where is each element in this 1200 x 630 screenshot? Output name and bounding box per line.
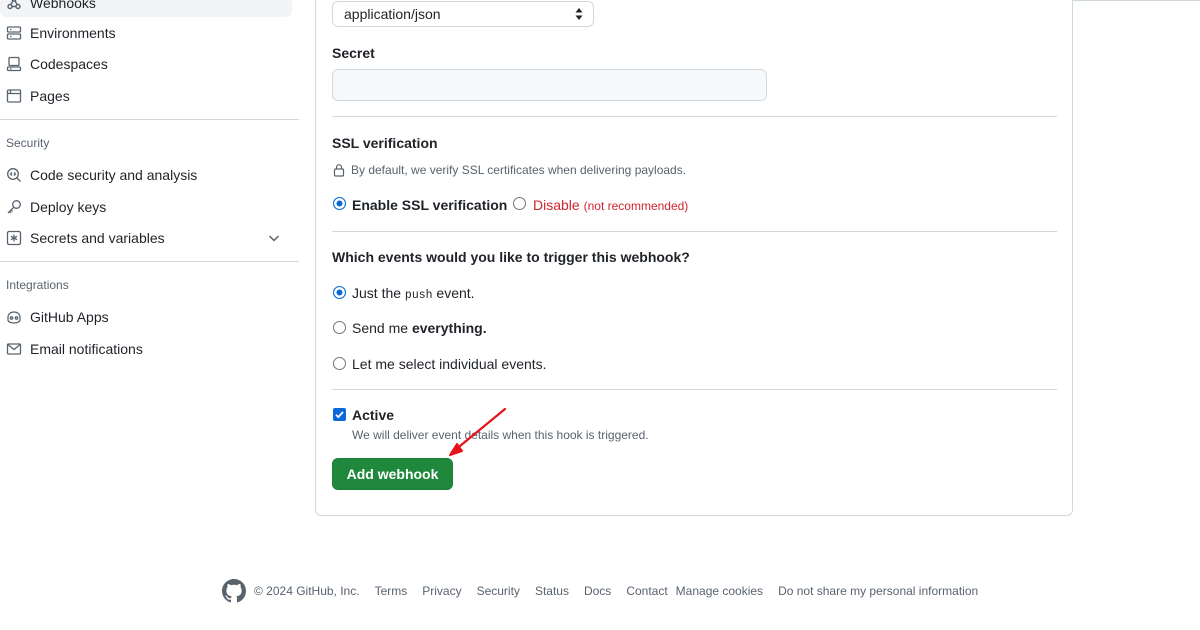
sidebar-divider <box>0 261 299 262</box>
event-push-radio[interactable] <box>333 286 346 299</box>
section-divider <box>332 389 1057 390</box>
key-icon <box>6 199 22 215</box>
ssl-verification-heading: SSL verification <box>332 135 438 151</box>
sidebar-item-email-notifications[interactable]: Email notifications <box>0 335 292 363</box>
sidebar-item-label: Environments <box>30 25 116 41</box>
sidebar-item-label: Deploy keys <box>30 199 107 215</box>
ssl-note-text: By default, we verify SSL certificates w… <box>351 163 687 177</box>
event-everything-label[interactable]: Send me everything. <box>352 320 487 336</box>
content-type-value: application/json <box>344 6 441 22</box>
add-webhook-button[interactable]: Add webhook <box>332 458 453 490</box>
event-everything-bold: everything. <box>411 320 487 336</box>
sidebar-item-label: Pages <box>30 88 70 104</box>
secret-label: Secret <box>332 45 375 61</box>
section-divider <box>332 231 1057 232</box>
chevron-down-icon[interactable] <box>266 230 282 246</box>
section-divider <box>332 116 1057 117</box>
header-border <box>1072 0 1200 1</box>
footer-link-status[interactable]: Status <box>535 584 569 598</box>
events-heading: Which events would you like to trigger t… <box>332 249 690 265</box>
sidebar-item-code-security[interactable]: Code security and analysis <box>0 161 292 189</box>
sidebar-item-codespaces[interactable]: Codespaces <box>0 50 292 78</box>
lock-icon <box>332 163 346 177</box>
footer-copyright: © 2024 GitHub, Inc. <box>254 584 360 598</box>
page-footer: © 2024 GitHub, Inc. Terms Privacy Securi… <box>222 579 978 603</box>
browser-icon <box>6 88 22 104</box>
mail-icon <box>6 341 22 357</box>
footer-link-docs[interactable]: Docs <box>584 584 611 598</box>
event-everything-prefix: Send me <box>352 320 409 336</box>
secret-input[interactable] <box>332 69 767 101</box>
sidebar-item-label: GitHub Apps <box>30 309 109 325</box>
sidebar-divider <box>0 119 299 120</box>
sidebar-item-secrets-and-variables[interactable]: Secrets and variables <box>0 224 292 252</box>
sidebar-item-deploy-keys[interactable]: Deploy keys <box>0 193 292 221</box>
ssl-disable-text: Disable <box>533 197 580 213</box>
webhook-icon <box>6 0 22 11</box>
webhook-form: application/json Secret SSL verification… <box>315 0 1073 516</box>
codespaces-icon <box>6 56 22 72</box>
sidebar-item-pages[interactable]: Pages <box>0 82 292 110</box>
footer-link-do-not-share[interactable]: Do not share my personal information <box>778 584 978 598</box>
asterisk-icon <box>6 230 22 246</box>
sidebar-item-label: Webhooks <box>30 0 96 11</box>
footer-link-privacy[interactable]: Privacy <box>422 584 461 598</box>
sidebar-heading-integrations: Integrations <box>6 278 69 292</box>
ssl-disable-label[interactable]: Disable (not recommended) <box>533 197 688 213</box>
content-type-select[interactable]: application/json <box>332 1 594 27</box>
event-select-radio[interactable] <box>333 357 346 370</box>
footer-link-contact[interactable]: Contact <box>626 584 667 598</box>
active-checkbox[interactable] <box>333 408 346 421</box>
sidebar-item-label: Code security and analysis <box>30 167 198 183</box>
ssl-enable-label[interactable]: Enable SSL verification <box>352 197 507 213</box>
github-logo-icon[interactable] <box>222 579 246 603</box>
footer-link-manage-cookies[interactable]: Manage cookies <box>676 584 763 598</box>
active-label[interactable]: Active <box>352 407 394 423</box>
copilot-icon <box>6 309 22 325</box>
sidebar-heading-security: Security <box>6 136 50 150</box>
footer-link-terms[interactable]: Terms <box>375 584 408 598</box>
event-push-code: push <box>404 289 433 302</box>
sidebar-item-webhooks[interactable]: Webhooks <box>0 0 292 17</box>
event-everything-radio[interactable] <box>333 321 346 334</box>
server-icon <box>6 25 22 41</box>
ssl-disable-radio[interactable] <box>513 197 526 210</box>
sidebar-item-label: Email notifications <box>30 341 143 357</box>
select-arrows-icon <box>574 7 584 21</box>
footer-link-security[interactable]: Security <box>477 584 520 598</box>
event-select-label[interactable]: Let me select individual events. <box>352 356 547 372</box>
active-note: We will deliver event details when this … <box>352 428 649 442</box>
codescan-icon <box>6 167 22 183</box>
event-push-prefix: Just the <box>352 285 402 301</box>
ssl-note: By default, we verify SSL certificates w… <box>332 163 686 177</box>
sidebar-item-environments[interactable]: Environments <box>0 19 292 47</box>
event-push-suffix: event. <box>436 285 475 301</box>
sidebar-item-label: Secrets and variables <box>30 230 165 246</box>
ssl-enable-radio[interactable] <box>333 197 346 210</box>
sidebar-item-label: Codespaces <box>30 56 108 72</box>
sidebar-item-github-apps[interactable]: GitHub Apps <box>0 303 292 331</box>
settings-sidebar: Webhooks Environments Codespaces Pages S… <box>0 0 300 380</box>
event-push-label[interactable]: Just the push event. <box>352 285 475 302</box>
ssl-disable-note: (not recommended) <box>583 199 689 213</box>
